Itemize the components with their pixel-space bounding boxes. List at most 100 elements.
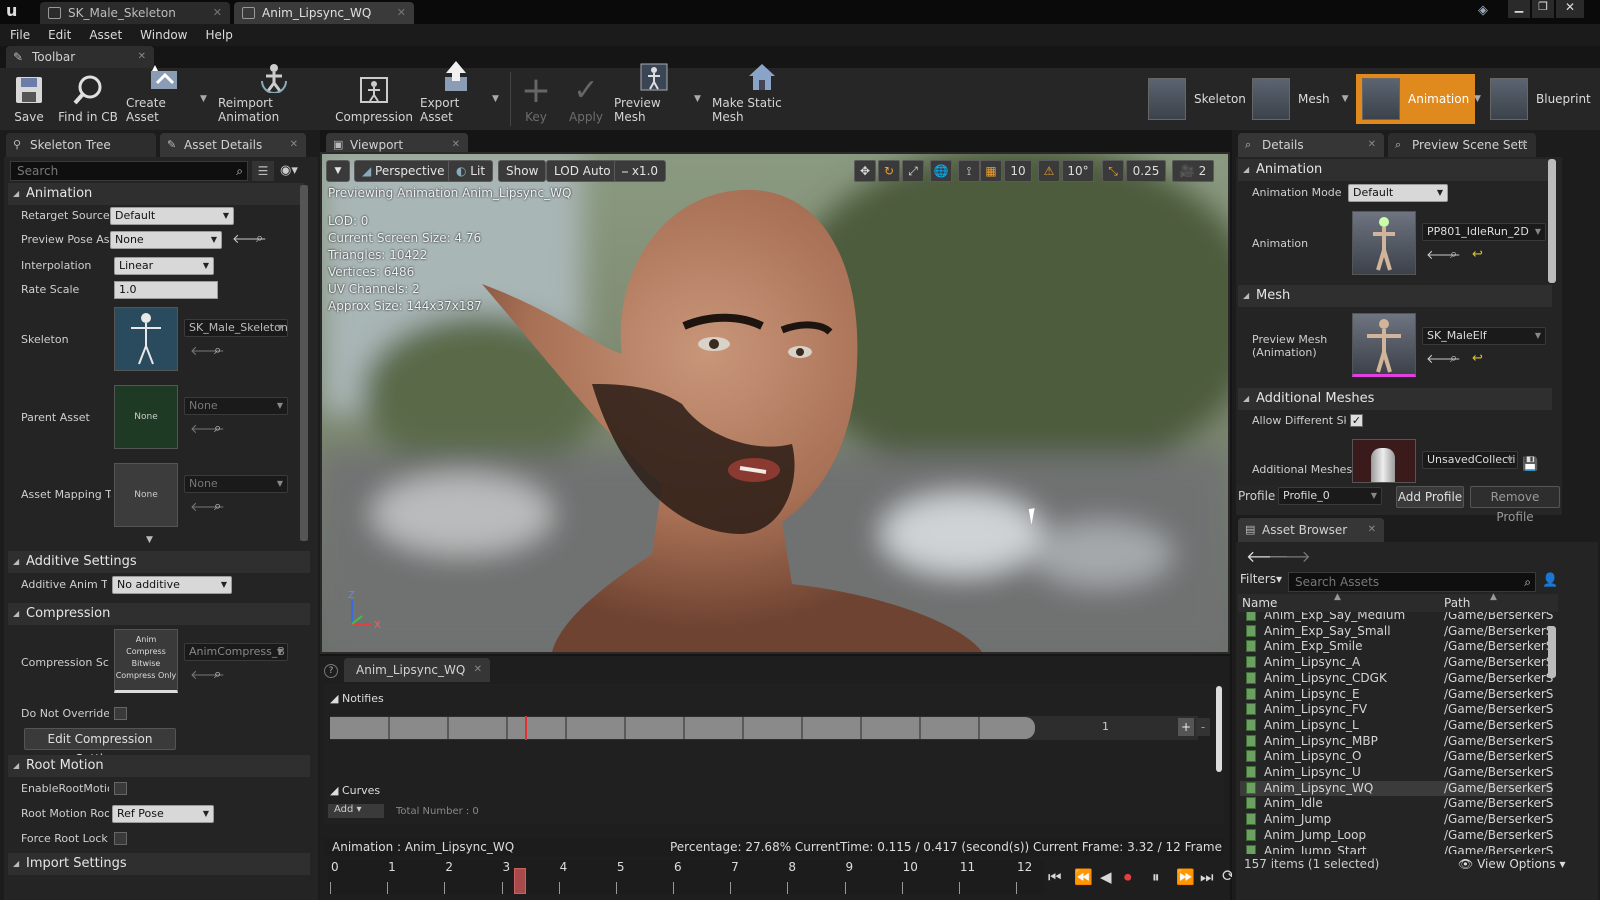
mode-blueprint[interactable]: Blueprint	[1490, 74, 1591, 124]
browse-search-icon[interactable]: ⌕	[256, 231, 263, 246]
reimport-animation-button[interactable]: Reimport Animation	[218, 64, 330, 130]
menu-help[interactable]: Help	[205, 28, 232, 42]
browse-search-icon[interactable]: ⌕	[214, 499, 221, 514]
asset-row[interactable]: Anim_Lipsync_CDGK/Game/BerserkerS	[1240, 671, 1553, 687]
record-icon[interactable]: ⏺	[1124, 868, 1132, 886]
section-additional-meshes[interactable]: Additional Meshes	[1238, 388, 1552, 410]
menu-edit[interactable]: Edit	[48, 28, 71, 42]
user-filter-icon[interactable]: 👤	[1542, 573, 1558, 588]
playback-speed-button[interactable]: ⎯ x1.0	[614, 160, 667, 182]
step-forward-icon[interactable]: ⏩	[1176, 868, 1195, 886]
rotation-snap-icon[interactable]: ⚠	[1038, 160, 1060, 182]
browse-search-icon[interactable]: ⌕	[214, 421, 221, 436]
column-path[interactable]: Path	[1444, 596, 1470, 610]
do-not-override-checkbox[interactable]	[114, 707, 127, 720]
pause-icon[interactable]: ⏸	[1152, 868, 1160, 886]
section-animation[interactable]: Animation	[1238, 159, 1552, 181]
close-window-icon[interactable]: ✕	[1556, 0, 1584, 18]
edit-compression-settings-button[interactable]: Edit Compression Settings	[24, 728, 176, 766]
asset-row[interactable]: Anim_Lipsync_FV/Game/BerserkerS	[1240, 702, 1553, 718]
asset-row[interactable]: Anim_Exp_Smile/Game/BerserkerS	[1240, 639, 1553, 655]
remove-track-button[interactable]: -	[1196, 718, 1210, 736]
create-asset-button[interactable]: Create Asset	[126, 65, 202, 130]
scale-icon[interactable]: ⤢	[902, 160, 924, 182]
tab-preview-scene-settings[interactable]: ⌕ Preview Scene Sett ✕	[1388, 133, 1536, 157]
close-icon[interactable]: ✕	[213, 2, 222, 24]
show-button[interactable]: Show	[498, 160, 547, 182]
toolbar-tab[interactable]: ✎ Toolbar ✕	[6, 46, 154, 68]
asset-scrollbar[interactable]	[1548, 626, 1556, 678]
retarget-source-dropdown[interactable]: Default	[110, 207, 234, 225]
menu-window[interactable]: Window	[140, 28, 187, 42]
maximize-icon[interactable]: ❐	[1532, 0, 1554, 18]
export-asset-dropdown-icon[interactable]: ▼	[492, 94, 499, 104]
search-assets-input[interactable]: Search Assets ⌕	[1288, 572, 1536, 592]
rotation-snap-value[interactable]: 10°	[1062, 160, 1094, 182]
section-compression[interactable]: Compression	[8, 603, 310, 625]
animation-mode-dropdown-icon[interactable]: ▼	[1474, 94, 1481, 104]
additive-anim-dropdown[interactable]: No additive	[112, 576, 232, 594]
search-icon[interactable]: ⌕	[1524, 573, 1531, 591]
timeline-scrubber[interactable]: 0 1 2 3 4 5 6 7 8 9 10 11 12	[328, 860, 1044, 894]
close-icon[interactable]: ✕	[474, 658, 482, 682]
forward-arrow-icon[interactable]: 🡒	[1268, 546, 1311, 566]
grid-snap-icon[interactable]: ▦	[980, 160, 1002, 182]
filters-button[interactable]: Filters▾	[1240, 572, 1282, 586]
compression-scheme-dropdown[interactable]: AnimCompress_B	[184, 643, 288, 661]
step-back-icon[interactable]: ⏪	[1074, 868, 1093, 886]
preview-pose-dropdown[interactable]: None	[110, 231, 222, 249]
camera-speed-icon[interactable]: 🎥 2	[1172, 160, 1214, 182]
preview-mesh-dropdown-icon[interactable]: ▼	[694, 94, 701, 104]
menu-asset[interactable]: Asset	[89, 28, 122, 42]
export-asset-button[interactable]: Export Asset	[420, 61, 492, 130]
parent-asset-dropdown[interactable]: None	[184, 397, 288, 415]
apply-button[interactable]: ✓ Apply	[564, 68, 608, 130]
mode-animation[interactable]: Animation	[1356, 74, 1476, 124]
scrollbar-thumb[interactable]	[300, 185, 308, 541]
force-root-lock-checkbox[interactable]	[114, 832, 127, 845]
mode-skeleton[interactable]: Skeleton	[1148, 74, 1246, 124]
asset-mapping-thumbnail[interactable]: None	[114, 463, 178, 527]
add-track-button[interactable]: +	[1178, 718, 1194, 736]
menu-file[interactable]: File	[10, 28, 30, 42]
section-import-settings[interactable]: Import Settings	[8, 853, 310, 875]
unreal-logo-icon[interactable]: u	[6, 2, 24, 20]
section-root-motion[interactable]: Root Motion	[8, 755, 310, 777]
help-icon[interactable]: ?	[324, 664, 338, 678]
perspective-button[interactable]: ◢ Perspective	[354, 160, 453, 182]
make-static-mesh-button[interactable]: Make Static Mesh	[712, 64, 812, 130]
add-curve-button[interactable]: Add ▾	[328, 804, 384, 818]
asset-row[interactable]: Anim_Jump_Start/Game/BerserkerS	[1240, 844, 1553, 854]
compression-thumbnail[interactable]: Anim Compress Bitwise Compress Only	[114, 629, 178, 693]
reset-default-icon[interactable]: ↩	[1472, 247, 1483, 262]
skeleton-thumbnail[interactable]	[114, 307, 178, 371]
tab-skeleton-tree[interactable]: ⚲ Skeleton Tree	[6, 133, 156, 157]
asset-row[interactable]: Anim_Lipsync_MBP/Game/BerserkerS	[1240, 734, 1553, 750]
browse-search-icon[interactable]: ⌕	[214, 667, 221, 682]
asset-row[interactable]: Anim_Lipsync_O/Game/BerserkerS	[1240, 749, 1553, 765]
tab-asset-browser[interactable]: ▤ Asset Browser ✕	[1238, 518, 1384, 542]
browse-search-icon[interactable]: ⌕	[214, 343, 221, 358]
animation-asset-dropdown[interactable]: PP801_IdleRun_2D	[1422, 223, 1546, 241]
allow-different-checkbox[interactable]: ✓	[1350, 414, 1363, 427]
doc-tab-animation[interactable]: Anim_Lipsync_WQ ✕	[234, 2, 414, 24]
section-animation[interactable]: Animation	[8, 183, 304, 205]
rate-scale-input[interactable]: 1.0	[114, 281, 218, 299]
scale-snap-value[interactable]: 0.25	[1126, 160, 1166, 182]
asset-row[interactable]: Anim_Lipsync_L/Game/BerserkerS	[1240, 718, 1553, 734]
skip-to-end-icon[interactable]: ⏭	[1200, 868, 1214, 886]
eye-visibility-icon[interactable]: ◉▾	[280, 161, 310, 181]
notify-track[interactable]: 1 + -	[330, 716, 1210, 740]
skip-to-start-icon[interactable]: ⏮	[1048, 868, 1062, 886]
animation-mode-dropdown[interactable]: Default	[1348, 184, 1448, 202]
add-profile-button[interactable]: Add Profile	[1396, 486, 1464, 508]
timeline-playhead[interactable]	[513, 868, 526, 894]
animation-thumbnail[interactable]	[1352, 211, 1416, 275]
key-button[interactable]: + Key	[518, 68, 554, 130]
surface-snap-icon[interactable]: ⟟	[958, 160, 980, 182]
tab-anim-sequence[interactable]: Anim_Lipsync_WQ ✕	[344, 658, 490, 682]
preview-mesh-dropdown[interactable]: SK_MaleElf	[1422, 327, 1546, 345]
additional-meshes-thumbnail[interactable]	[1352, 439, 1416, 483]
grid-snap-value[interactable]: 10	[1004, 160, 1032, 182]
compression-button[interactable]: Compression	[335, 68, 413, 130]
